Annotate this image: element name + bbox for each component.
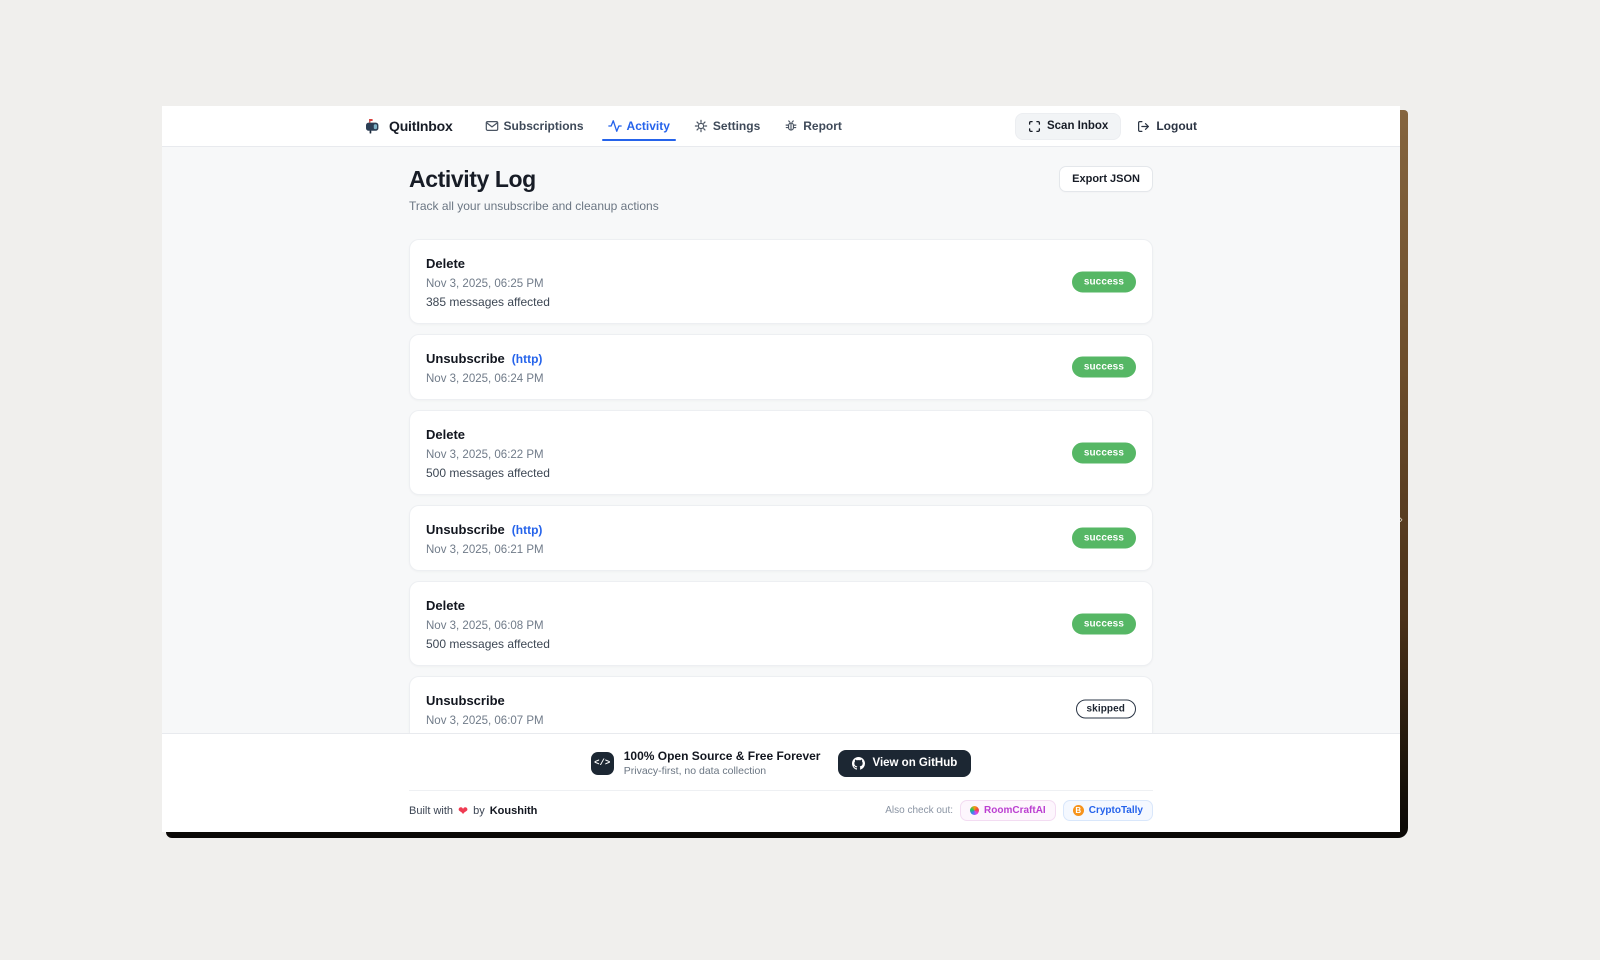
logout-button[interactable]: Logout xyxy=(1137,119,1197,133)
also-check-out-label: Also check out: xyxy=(885,805,953,816)
built-by-text: by xyxy=(473,805,485,817)
activity-card[interactable]: Unsubscribe(http) Nov 3, 2025, 06:21 PM … xyxy=(409,505,1153,571)
activity-action: Delete xyxy=(426,427,465,442)
app-name: QuitInbox xyxy=(389,118,453,134)
scan-inbox-button[interactable]: Scan Inbox xyxy=(1015,113,1121,140)
activity-card[interactable]: Unsubscribe Nov 3, 2025, 06:07 PM skippe… xyxy=(409,676,1153,733)
palette-icon xyxy=(970,806,979,815)
activity-timestamp: Nov 3, 2025, 06:07 PM xyxy=(426,715,1136,727)
nav-tab-report[interactable]: Report xyxy=(776,106,850,146)
logout-label: Logout xyxy=(1156,119,1197,133)
heart-icon: ❤ xyxy=(458,806,468,816)
open-source-title: 100% Open Source & Free Forever xyxy=(624,749,821,763)
logout-icon xyxy=(1137,120,1150,133)
activity-card[interactable]: Delete Nov 3, 2025, 06:08 PM 500 message… xyxy=(409,581,1153,666)
status-badge: skipped xyxy=(1076,700,1137,719)
status-badge: success xyxy=(1072,271,1136,292)
github-button-label: View on GitHub xyxy=(872,757,957,769)
activity-timestamp: Nov 3, 2025, 06:22 PM xyxy=(426,449,1136,461)
activity-icon xyxy=(608,119,622,133)
nav-label: Subscriptions xyxy=(504,119,584,133)
top-navbar: QuitInbox Subscriptions Activity xyxy=(162,106,1400,147)
main-content: Activity Log Track all your unsubscribe … xyxy=(162,147,1400,733)
status-badge: success xyxy=(1072,357,1136,378)
page-subtitle: Track all your unsubscribe and cleanup a… xyxy=(409,199,659,213)
status-badge: success xyxy=(1072,613,1136,634)
activity-action: Unsubscribe xyxy=(426,351,505,366)
activity-card[interactable]: Delete Nov 3, 2025, 06:25 PM 385 message… xyxy=(409,239,1153,324)
nav-tab-settings[interactable]: Settings xyxy=(686,106,768,146)
built-with-credit: Built with ❤ by Koushith xyxy=(409,805,537,817)
cryptotally-link[interactable]: B CryptoTally xyxy=(1063,800,1153,821)
gear-icon xyxy=(694,119,708,133)
github-icon xyxy=(852,757,865,770)
export-json-button[interactable]: Export JSON xyxy=(1059,166,1153,192)
roomcraftai-link[interactable]: RoomCraftAI xyxy=(960,800,1056,821)
activity-action: Unsubscribe xyxy=(426,693,505,708)
activity-list: Delete Nov 3, 2025, 06:25 PM 385 message… xyxy=(409,239,1153,733)
status-badge: success xyxy=(1072,528,1136,549)
activity-action: Delete xyxy=(426,598,465,613)
view-on-github-button[interactable]: View on GitHub xyxy=(838,750,971,777)
activity-card[interactable]: Unsubscribe(http) Nov 3, 2025, 06:24 PM … xyxy=(409,334,1153,400)
activity-timestamp: Nov 3, 2025, 06:25 PM xyxy=(426,278,1136,290)
bitcoin-icon: B xyxy=(1073,805,1084,816)
nav-tab-subscriptions[interactable]: Subscriptions xyxy=(477,106,592,146)
activity-method: (http) xyxy=(512,523,543,537)
roomcraftai-label: RoomCraftAI xyxy=(984,805,1046,816)
activity-detail: 500 messages affected xyxy=(426,637,1136,651)
activity-detail: 385 messages affected xyxy=(426,295,1136,309)
built-with-text: Built with xyxy=(409,805,453,817)
activity-action: Unsubscribe xyxy=(426,522,505,537)
app-logo[interactable]: QuitInbox xyxy=(365,118,453,134)
footer: </> 100% Open Source & Free Forever Priv… xyxy=(162,733,1400,832)
activity-detail: 500 messages affected xyxy=(426,466,1136,480)
bug-icon xyxy=(784,119,798,133)
activity-timestamp: Nov 3, 2025, 06:08 PM xyxy=(426,620,1136,632)
code-icon: </> xyxy=(591,752,614,775)
main-nav: Subscriptions Activity Settings xyxy=(477,106,850,146)
scan-inbox-label: Scan Inbox xyxy=(1047,120,1108,132)
nav-label: Settings xyxy=(713,119,760,133)
author-link[interactable]: Koushith xyxy=(490,805,538,817)
mailbox-logo-icon xyxy=(365,118,382,134)
cryptotally-label: CryptoTally xyxy=(1089,805,1143,816)
activity-card[interactable]: Delete Nov 3, 2025, 06:22 PM 500 message… xyxy=(409,410,1153,495)
status-badge: success xyxy=(1072,442,1136,463)
activity-action: Delete xyxy=(426,256,465,271)
scan-icon xyxy=(1028,120,1041,133)
app-window: QuitInbox Subscriptions Activity xyxy=(162,106,1400,832)
page-title: Activity Log xyxy=(409,166,659,192)
activity-timestamp: Nov 3, 2025, 06:24 PM xyxy=(426,373,1136,385)
nav-label: Report xyxy=(803,119,842,133)
nav-tab-activity[interactable]: Activity xyxy=(600,106,678,146)
nav-label: Activity xyxy=(627,119,670,133)
activity-timestamp: Nov 3, 2025, 06:21 PM xyxy=(426,544,1136,556)
open-source-subtitle: Privacy-first, no data collection xyxy=(624,765,821,777)
activity-method: (http) xyxy=(512,352,543,366)
mail-icon xyxy=(485,119,499,133)
